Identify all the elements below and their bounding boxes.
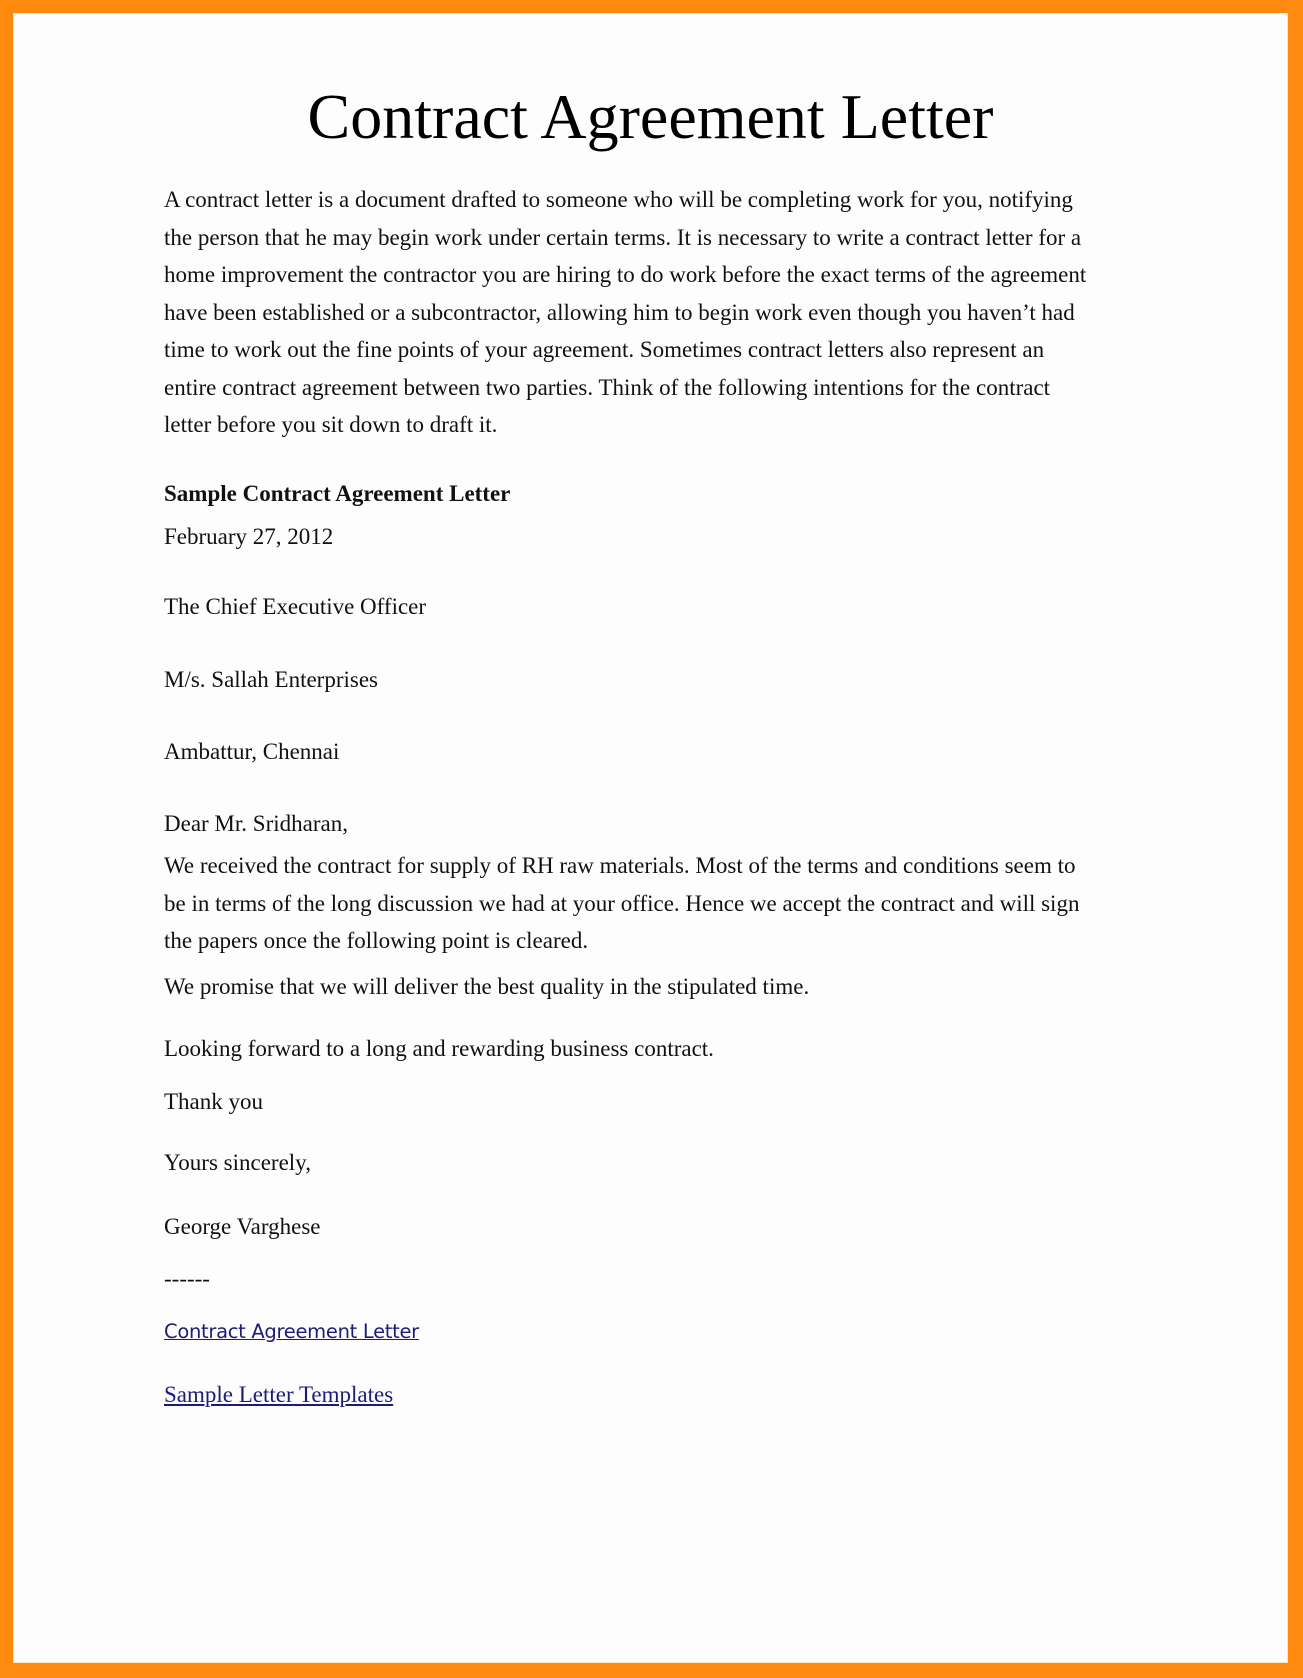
intro-line: the person that he may begin work under …	[164, 224, 1082, 250]
intro-line: entire contract agreement between two pa…	[164, 374, 1051, 400]
link-contract-agreement-letter[interactable]: Contract Agreement Letter	[164, 1317, 419, 1347]
intro-paragraph: A contract letter is a document drafted …	[164, 181, 1086, 444]
thanks-line: Thank you	[164, 1089, 264, 1114]
letter-date: February 27, 2012	[164, 524, 334, 549]
body-paragraph: We received the contract for supply of R…	[164, 847, 1079, 960]
intro-line: A contract letter is a document drafted …	[164, 187, 1073, 212]
separator: ------	[164, 1266, 210, 1291]
salutation: Dear Mr. Sridharan,	[164, 811, 348, 836]
link-sample-letter-templates[interactable]: Sample Letter Templates	[164, 1380, 393, 1410]
recipient-location: Ambattur, Chennai	[164, 739, 340, 764]
promise-line: We promise that we will deliver the best…	[164, 974, 810, 999]
intro-line: time to work out the fine points of your…	[164, 337, 1045, 362]
document-page: Contract Agreement Letter A contract let…	[13, 13, 1288, 1663]
recipient-company: M/s. Sallah Enterprises	[164, 667, 378, 692]
intro-line: have been established or a subcontractor…	[164, 299, 1075, 325]
closing-line: Yours sincerely,	[164, 1150, 311, 1175]
body-line: be in terms of the long discussion we ha…	[164, 890, 1080, 916]
sample-heading: Sample Contract Agreement Letter	[164, 481, 511, 506]
body-line: the papers once the following point is c…	[164, 928, 589, 953]
signature: George Varghese	[164, 1214, 321, 1239]
intro-line: letter before you sit down to draft it.	[164, 412, 498, 437]
looking-forward-line: Looking forward to a long and rewarding …	[164, 1036, 714, 1061]
intro-line: home improvement the contractor you are …	[164, 262, 1087, 287]
recipient-title: The Chief Executive Officer	[164, 594, 427, 619]
page-title: Contract Agreement Letter	[307, 81, 994, 152]
body-line: We received the contract for supply of R…	[164, 853, 1076, 878]
